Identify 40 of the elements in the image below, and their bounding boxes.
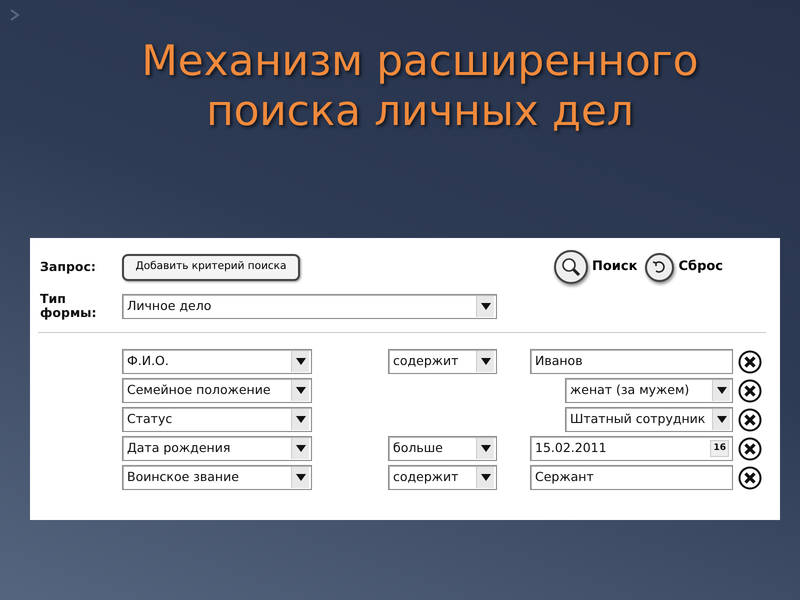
value-select[interactable]: Штатный сотрудник — [565, 407, 733, 432]
slide-title: Механизм расширенного поиска личных дел — [140, 35, 700, 137]
chevron-icon — [8, 8, 22, 22]
caret-icon — [480, 302, 490, 310]
caret-icon — [296, 445, 306, 452]
remove-icon[interactable] — [738, 350, 762, 374]
operator-select[interactable]: содержит — [388, 465, 497, 490]
operator-select[interactable]: содержит — [388, 349, 497, 374]
caret-icon — [716, 416, 726, 423]
query-label: Запрос: — [39, 260, 97, 274]
caret-icon — [480, 445, 490, 452]
remove-icon[interactable] — [738, 466, 762, 490]
add-criterion-button[interactable]: Добавить критерий поиска — [122, 254, 300, 280]
field-select[interactable]: Дата рождения — [122, 436, 312, 461]
caret-icon — [480, 358, 490, 365]
remove-icon[interactable] — [738, 408, 762, 432]
undo-icon — [652, 260, 668, 274]
value-select[interactable]: женат (за мужем) — [565, 378, 733, 403]
value-field[interactable]: Сержант — [530, 465, 733, 490]
caret-icon — [480, 474, 490, 481]
caret-icon — [296, 474, 306, 481]
calendar-button[interactable]: 16 — [710, 440, 729, 458]
caret-icon — [296, 358, 306, 365]
caret-icon — [296, 387, 306, 394]
value-field[interactable]: Иванов — [530, 349, 733, 374]
date-field[interactable]: 15.02.2011 16 — [530, 436, 733, 461]
remove-icon[interactable] — [738, 378, 762, 402]
field-select[interactable]: Семейное положение — [122, 378, 312, 403]
remove-icon[interactable] — [738, 436, 762, 460]
form-type-select[interactable]: Личное дело — [122, 294, 497, 318]
caret-icon — [296, 416, 306, 423]
search-icon — [561, 257, 581, 277]
reset-button[interactable]: Сброс — [645, 252, 724, 282]
field-select[interactable]: Статус — [122, 407, 312, 432]
caret-icon — [716, 387, 726, 394]
field-select[interactable]: Ф.И.О. — [122, 349, 312, 374]
operator-select[interactable]: больше — [388, 436, 497, 461]
search-button[interactable]: Поиск — [554, 250, 638, 284]
form-type-label: Тип формы: — [39, 292, 98, 320]
field-select[interactable]: Воинское звание — [122, 465, 312, 490]
